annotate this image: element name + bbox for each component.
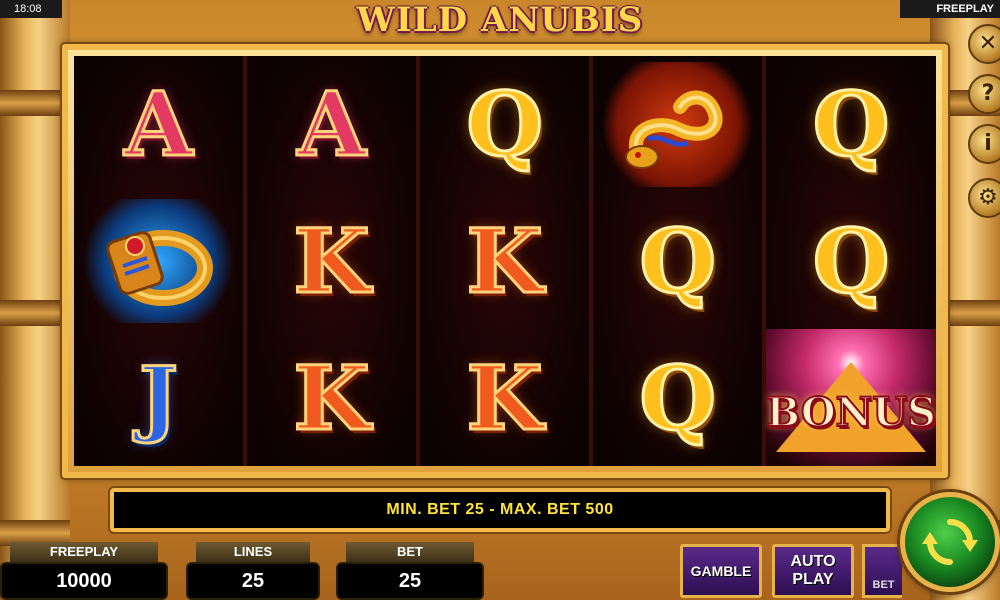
balance-value: 10000 xyxy=(0,562,168,600)
reel-1: AJ xyxy=(74,56,244,466)
reel-symbol-cell: J xyxy=(74,329,243,466)
close-icon: ✕ xyxy=(978,31,998,56)
reel-symbol-cell: BONUS xyxy=(765,329,937,466)
close-button[interactable]: ✕ xyxy=(968,24,1000,64)
reel-4: QQ xyxy=(593,56,763,466)
reel-symbol-cell: K xyxy=(247,329,416,466)
symbol-k: K xyxy=(465,345,545,450)
symbol-a: A xyxy=(123,72,194,177)
info-icon: i xyxy=(984,131,992,156)
reel-symbol-cell: Q xyxy=(766,56,936,193)
reel-symbol-cell: K xyxy=(420,193,589,330)
reel-2: AKK xyxy=(247,56,417,466)
reel-symbol-cell: Q xyxy=(593,329,762,466)
symbol-k: K xyxy=(292,208,372,313)
reel-symbol-cell: Q xyxy=(420,56,589,193)
symbol-k: K xyxy=(292,345,372,450)
balance-label: FREEPLAY xyxy=(10,542,158,562)
spin-arrows-icon xyxy=(922,519,978,565)
reel-symbol-cell: A xyxy=(247,56,416,193)
info-button[interactable]: i xyxy=(968,124,1000,164)
lines-value[interactable]: 25 xyxy=(186,562,320,600)
gamble-button[interactable]: GAMBLE xyxy=(680,544,762,598)
bonus-symbol-label: BONUS xyxy=(765,388,937,437)
autoplay-label-line1: AUTO xyxy=(790,553,836,570)
lines-panel[interactable]: LINES 25 xyxy=(186,542,320,600)
left-pillar-decoration xyxy=(0,0,70,600)
reel-3: QKK xyxy=(420,56,590,466)
reel-symbol-cell: Q xyxy=(766,193,936,330)
message-bar: MIN. BET 25 - MAX. BET 500 xyxy=(110,488,890,532)
reel-symbol-cell: A xyxy=(74,56,243,193)
reel-symbol-cell: Q xyxy=(593,193,762,330)
mode-indicator: FREEPLAY xyxy=(900,0,1000,18)
reel-symbol-cell xyxy=(593,56,762,193)
symbol-j: J xyxy=(138,349,180,446)
gamble-label: GAMBLE xyxy=(690,563,752,579)
autoplay-button[interactable]: AUTO PLAY xyxy=(772,544,854,598)
bet-limits-message: MIN. BET 25 - MAX. BET 500 xyxy=(386,501,614,518)
ring-icon xyxy=(105,229,213,306)
reel-grid: A J A K K Q K K Q Q Q Q BONUS xyxy=(74,56,937,466)
reel-frame: A J A K K Q K K Q Q Q Q BONUS xyxy=(62,44,948,478)
spin-button[interactable] xyxy=(900,492,1000,592)
game-title: WILD ANUBIS xyxy=(356,0,644,40)
gear-icon: ⚙ xyxy=(978,185,998,210)
bet-button[interactable]: BET xyxy=(862,544,902,598)
autoplay-label-line2: PLAY xyxy=(792,571,834,588)
symbol-q: Q xyxy=(638,345,718,450)
reel-5: Q Q BONUS xyxy=(765,56,937,466)
reel-symbol-cell: K xyxy=(247,193,416,330)
balance-panel: FREEPLAY 10000 xyxy=(0,542,168,600)
bet-value[interactable]: 25 xyxy=(336,562,484,600)
game-logo: WILD ANUBIS xyxy=(330,0,670,44)
symbol-q: Q xyxy=(811,208,891,313)
lines-label: LINES xyxy=(196,542,310,562)
symbol-k: K xyxy=(465,208,545,313)
symbol-q: Q xyxy=(465,72,545,177)
bet-panel[interactable]: BET 25 xyxy=(336,542,484,600)
status-clock: 18:08 xyxy=(0,0,62,18)
settings-button[interactable]: ⚙ xyxy=(968,178,1000,218)
help-button[interactable]: ? xyxy=(968,74,1000,114)
symbol-q: Q xyxy=(811,72,891,177)
reel-symbol-cell xyxy=(74,193,243,330)
symbol-q: Q xyxy=(638,208,718,313)
help-icon: ? xyxy=(981,81,995,106)
snake-icon xyxy=(624,90,723,170)
bet-label: BET xyxy=(346,542,474,562)
reel-symbol-cell: K xyxy=(420,329,589,466)
symbol-a: A xyxy=(296,72,367,177)
